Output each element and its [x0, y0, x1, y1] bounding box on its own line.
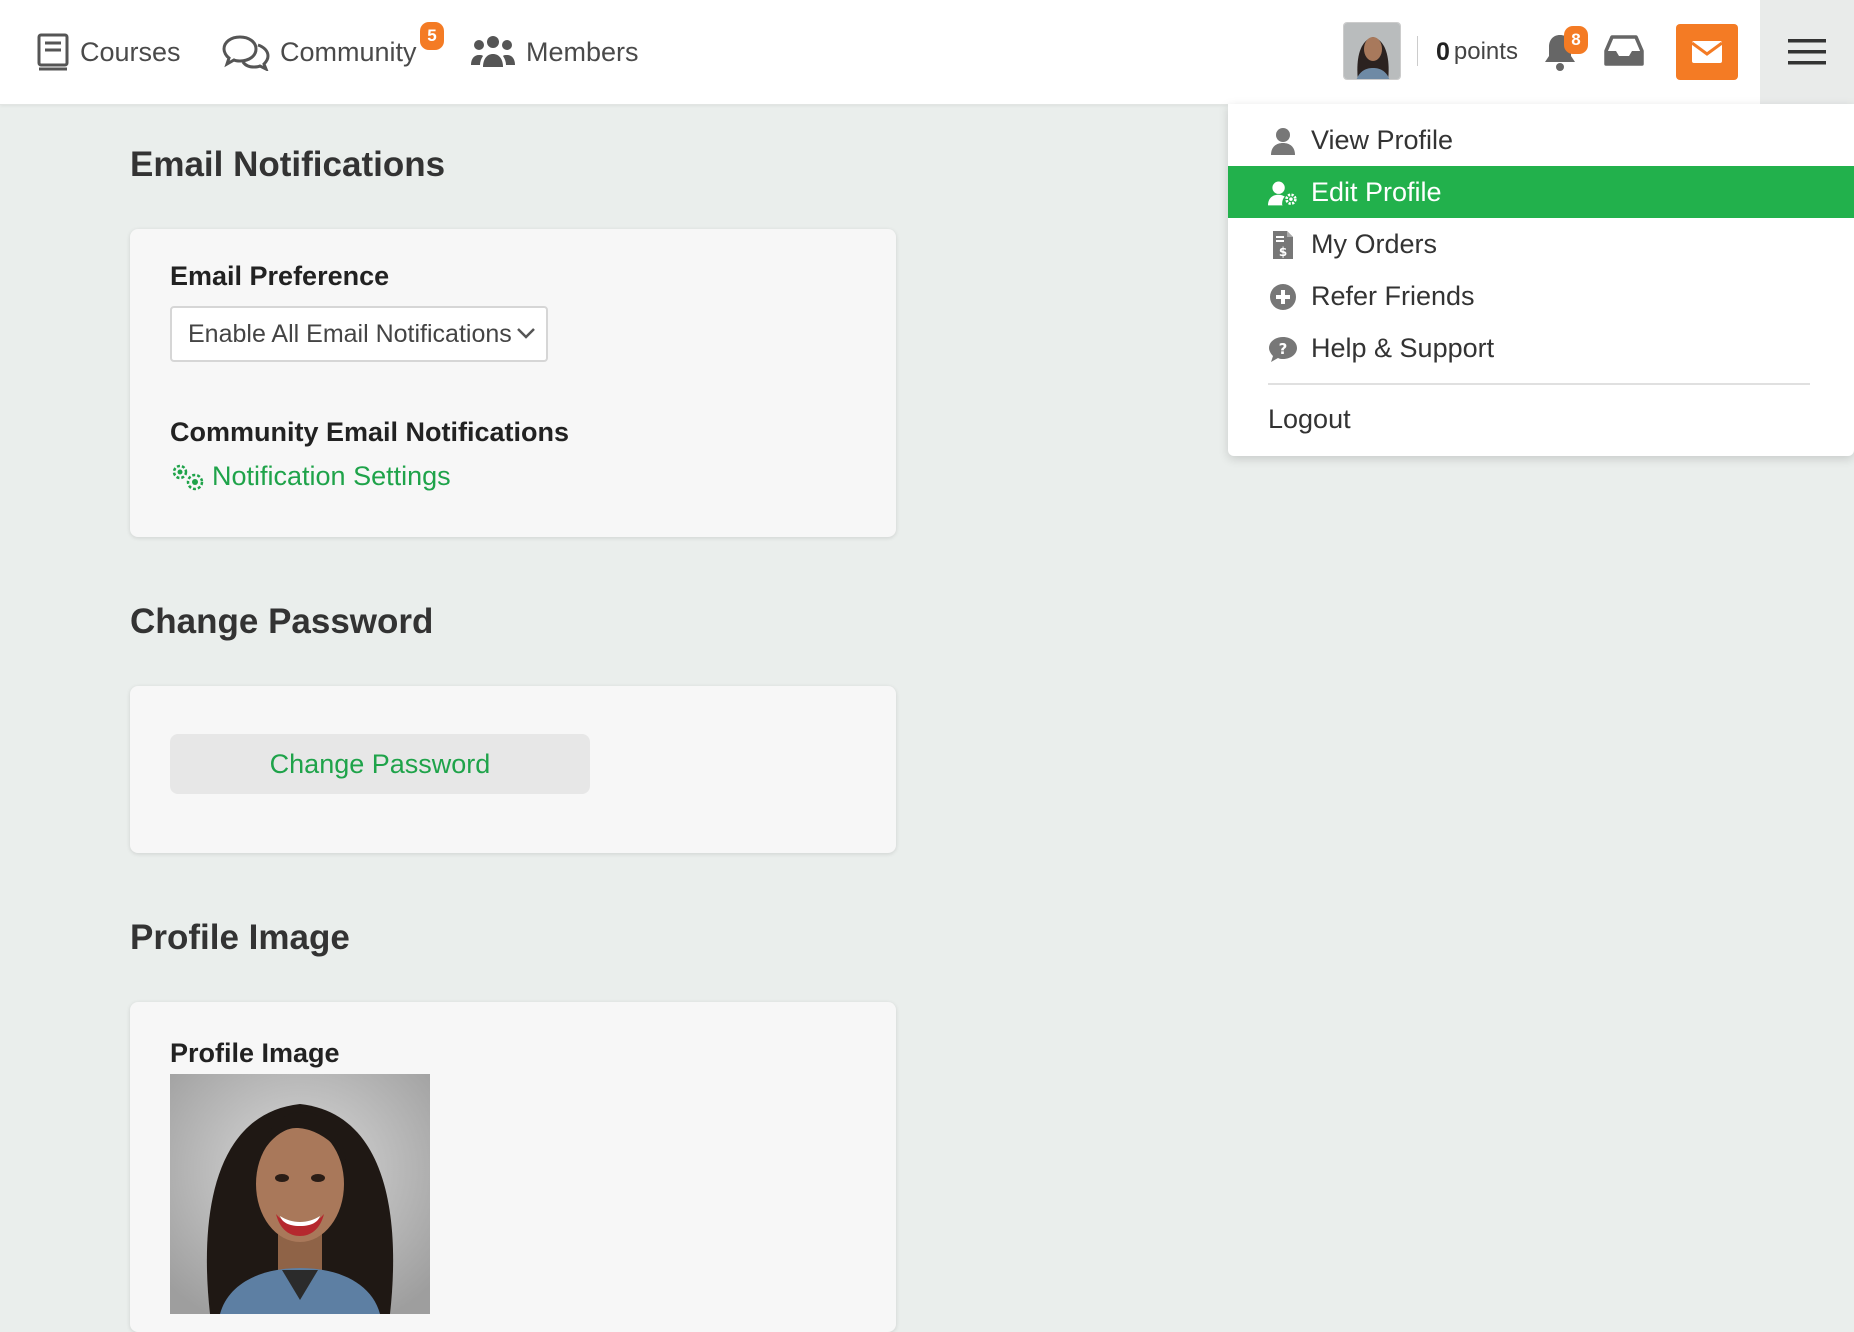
menu-item-label: Help & Support [1311, 332, 1495, 363]
change-password-button[interactable]: Change Password [170, 734, 590, 794]
svg-text:?: ? [1279, 340, 1288, 358]
menu-item-label: Edit Profile [1311, 176, 1442, 207]
menu-item-label: View Profile [1311, 124, 1454, 155]
menu-item-view-profile[interactable]: View Profile [1228, 114, 1854, 166]
messages-button[interactable] [1676, 24, 1738, 80]
email-preference-value: Enable All Email Notifications [188, 319, 512, 348]
inbox-button[interactable] [1604, 34, 1644, 73]
gears-icon [172, 464, 204, 490]
notification-settings-label: Notification Settings [212, 461, 451, 491]
invoice-icon: $ [1268, 231, 1298, 259]
top-navbar: Courses Community 5 Members 0 points 8 [0, 0, 1854, 105]
menu-item-logout[interactable]: Logout [1268, 404, 1351, 435]
profile-image-card: Profile Image [130, 1002, 896, 1332]
plus-circle-icon [1268, 283, 1298, 311]
hamburger-icon [1788, 39, 1826, 65]
avatar-image [1344, 23, 1400, 79]
nav-community[interactable]: Community 5 [222, 0, 444, 104]
user-icon [1268, 127, 1298, 155]
hamburger-menu-button[interactable] [1760, 0, 1854, 104]
header-avatar[interactable] [1343, 22, 1401, 80]
user-cog-icon [1268, 179, 1298, 207]
points-value: 0 [1436, 37, 1450, 66]
svg-text:$: $ [1279, 245, 1287, 259]
profile-photo[interactable] [170, 1074, 430, 1314]
nav-community-label: Community [280, 36, 417, 67]
email-notifications-card: Email Preference Enable All Email Notifi… [130, 229, 896, 537]
community-count-badge: 5 [420, 22, 444, 50]
members-icon [471, 36, 515, 67]
notifications-badge: 8 [1564, 26, 1588, 54]
menu-item-help-support[interactable]: ? Help & Support [1228, 322, 1854, 374]
email-preference-select[interactable]: Enable All Email Notifications [170, 306, 548, 362]
change-password-card: Change Password [130, 686, 896, 853]
chevron-down-icon [517, 328, 535, 339]
menu-item-my-orders[interactable]: $ My Orders [1228, 218, 1854, 270]
nav-courses[interactable]: Courses [36, 0, 181, 104]
notification-settings-link[interactable]: Notification Settings [170, 461, 451, 492]
help-chat-icon: ? [1268, 335, 1298, 363]
menu-item-label: Refer Friends [1311, 280, 1475, 311]
chat-bubbles-icon [222, 35, 270, 71]
change-password-title: Change Password [130, 602, 434, 641]
nav-courses-label: Courses [80, 36, 181, 67]
book-icon [37, 33, 69, 71]
menu-item-label: My Orders [1311, 228, 1438, 259]
inbox-icon [1604, 35, 1644, 66]
profile-photo-image [170, 1074, 430, 1314]
points-label: points [1453, 38, 1518, 65]
email-notifications-title: Email Notifications [130, 145, 446, 184]
header-separator [1417, 36, 1418, 66]
points-display: 0 points [1436, 0, 1518, 104]
profile-image-title: Profile Image [130, 918, 350, 957]
community-email-label: Community Email Notifications [170, 417, 570, 447]
envelope-icon [1691, 41, 1723, 63]
profile-image-label: Profile Image [170, 1038, 340, 1068]
nav-members[interactable]: Members [470, 0, 639, 104]
nav-members-label: Members [526, 36, 639, 67]
menu-item-edit-profile[interactable]: Edit Profile [1228, 166, 1854, 218]
menu-divider [1268, 383, 1810, 385]
profile-dropdown-menu: View Profile Edit Profile $ My Orders Re… [1228, 104, 1854, 456]
menu-item-refer-friends[interactable]: Refer Friends [1228, 270, 1854, 322]
email-preference-label: Email Preference [170, 261, 390, 291]
